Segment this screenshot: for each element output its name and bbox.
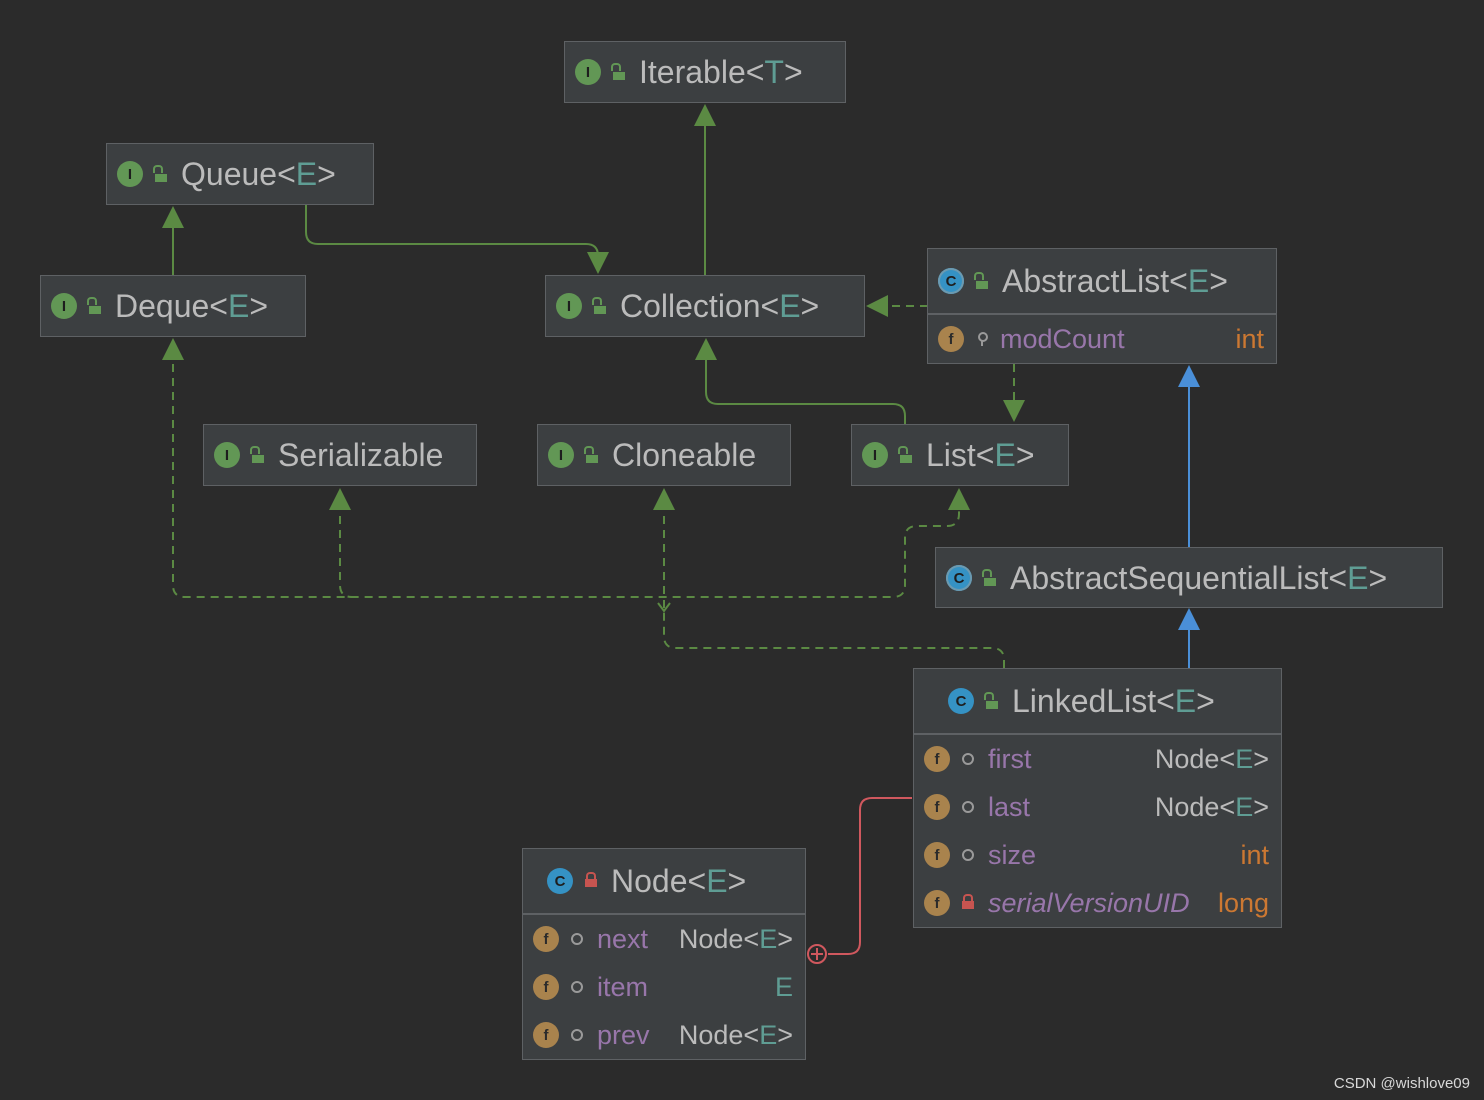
public-lock-icon [898,445,912,463]
package-private-icon [962,753,974,765]
type-param: E [295,155,318,192]
field-icon: f [533,926,559,952]
field-type: long [1217,887,1269,918]
field-icon: f [924,842,950,868]
private-lock-icon [962,894,974,909]
public-lock-icon [611,62,625,80]
field-row[interactable]: f modCount int [928,315,1276,363]
class-icon: C [948,688,974,714]
edge-node-linkedlist [828,797,912,955]
public-lock-icon [592,296,606,314]
class-name: LinkedList [1012,682,1157,719]
field-row[interactable]: f serialVersionUID long [914,879,1281,927]
field-icon: f [533,1022,559,1048]
public-lock-icon [974,271,988,289]
public-lock-icon [87,296,101,314]
class-name: List [926,436,976,473]
field-icon: f [938,326,964,352]
edge-list-collection [705,350,906,424]
package-private-icon [571,981,583,993]
field-type: Node<E> [1154,743,1269,774]
field-row[interactable]: f next Node<E> [523,915,805,963]
class-name: Collection [620,287,761,324]
field-name: first [988,743,1032,774]
class-name: Queue [181,155,278,192]
type-param: E [1174,682,1197,719]
type-param: E [706,862,728,899]
type-param: E [779,287,801,324]
type-param: T [764,53,784,90]
node-collection[interactable]: I Collection<E> [545,275,865,337]
field-type: E [774,971,793,1002]
field-row[interactable]: f size int [914,831,1281,879]
class-name: Cloneable [612,436,757,473]
node-abstractsequentiallist[interactable]: C AbstractSequentialList<E> [935,547,1443,608]
class-name: AbstractList [1002,262,1170,299]
package-private-icon [962,849,974,861]
field-icon: f [533,974,559,1000]
field-name: item [597,971,649,1002]
node-linkedlist[interactable]: C LinkedList<E> f first Node<E> f last N… [913,668,1282,928]
field-type: Node<E> [678,923,793,954]
node-serializable[interactable]: I Serializable [203,424,477,486]
type-param: E [1187,262,1210,299]
field-name: next [597,923,649,954]
interface-icon: I [51,293,77,319]
watermark: CSDN @wishlove09 [1333,1075,1470,1092]
field-row[interactable]: f prev Node<E> [523,1011,805,1059]
edge-linkedlist-bus [663,610,1005,668]
interface-icon: I [556,293,582,319]
node-cloneable[interactable]: I Cloneable [537,424,791,486]
field-name: modCount [1000,323,1125,354]
interface-icon: I [575,59,601,85]
field-name: prev [597,1019,650,1050]
class-name: Node [611,862,688,899]
public-lock-icon [984,691,998,709]
private-lock-icon [585,872,597,887]
public-lock-icon [982,568,996,586]
package-private-icon [571,1029,583,1041]
interface-icon: I [214,442,240,468]
type-param: E [1347,559,1369,596]
field-type: Node<E> [678,1019,793,1050]
field-row[interactable]: f first Node<E> [914,735,1281,783]
package-private-icon [571,933,583,945]
node-queue[interactable]: I Queue<E> [106,143,374,205]
field-name: size [988,839,1037,870]
field-name: last [988,791,1031,822]
node-deque[interactable]: I Deque<E> [40,275,306,337]
package-private-icon [962,801,974,813]
node-abstractlist[interactable]: C AbstractList<E> f modCount int [927,248,1277,364]
class-name: Serializable [278,436,444,473]
node-node[interactable]: C Node<E> f next Node<E> f item E f prev… [522,848,806,1060]
public-lock-icon [250,445,264,463]
field-type: Node<E> [1154,791,1269,822]
protected-key-icon [976,332,988,346]
field-row[interactable]: f last Node<E> [914,783,1281,831]
field-name: serialVersionUID [988,887,1190,918]
edge-queue-collection [305,205,599,262]
class-name: AbstractSequentialList [1010,559,1329,596]
abstract-class-icon: C [946,565,972,591]
interface-icon: I [117,161,143,187]
field-type: int [1235,323,1264,354]
abstract-class-icon: C [938,268,964,294]
field-icon: f [924,746,950,772]
class-name: Deque [115,287,210,324]
inner-class-icon: C [547,868,573,894]
type-param: E [994,436,1016,473]
node-list[interactable]: I List<E> [851,424,1069,486]
type-param: E [227,287,250,324]
field-icon: f [924,794,950,820]
interface-icon: I [862,442,888,468]
public-lock-icon [153,164,167,182]
edge-linkedlist-serializable [339,502,353,598]
class-name: Iterable [639,53,746,90]
public-lock-icon [584,445,598,463]
field-row[interactable]: f item E [523,963,805,1011]
static-field-icon: f [924,890,950,916]
node-iterable[interactable]: I Iterable<T> [564,41,846,103]
field-type: int [1240,839,1269,870]
interface-icon: I [548,442,574,468]
